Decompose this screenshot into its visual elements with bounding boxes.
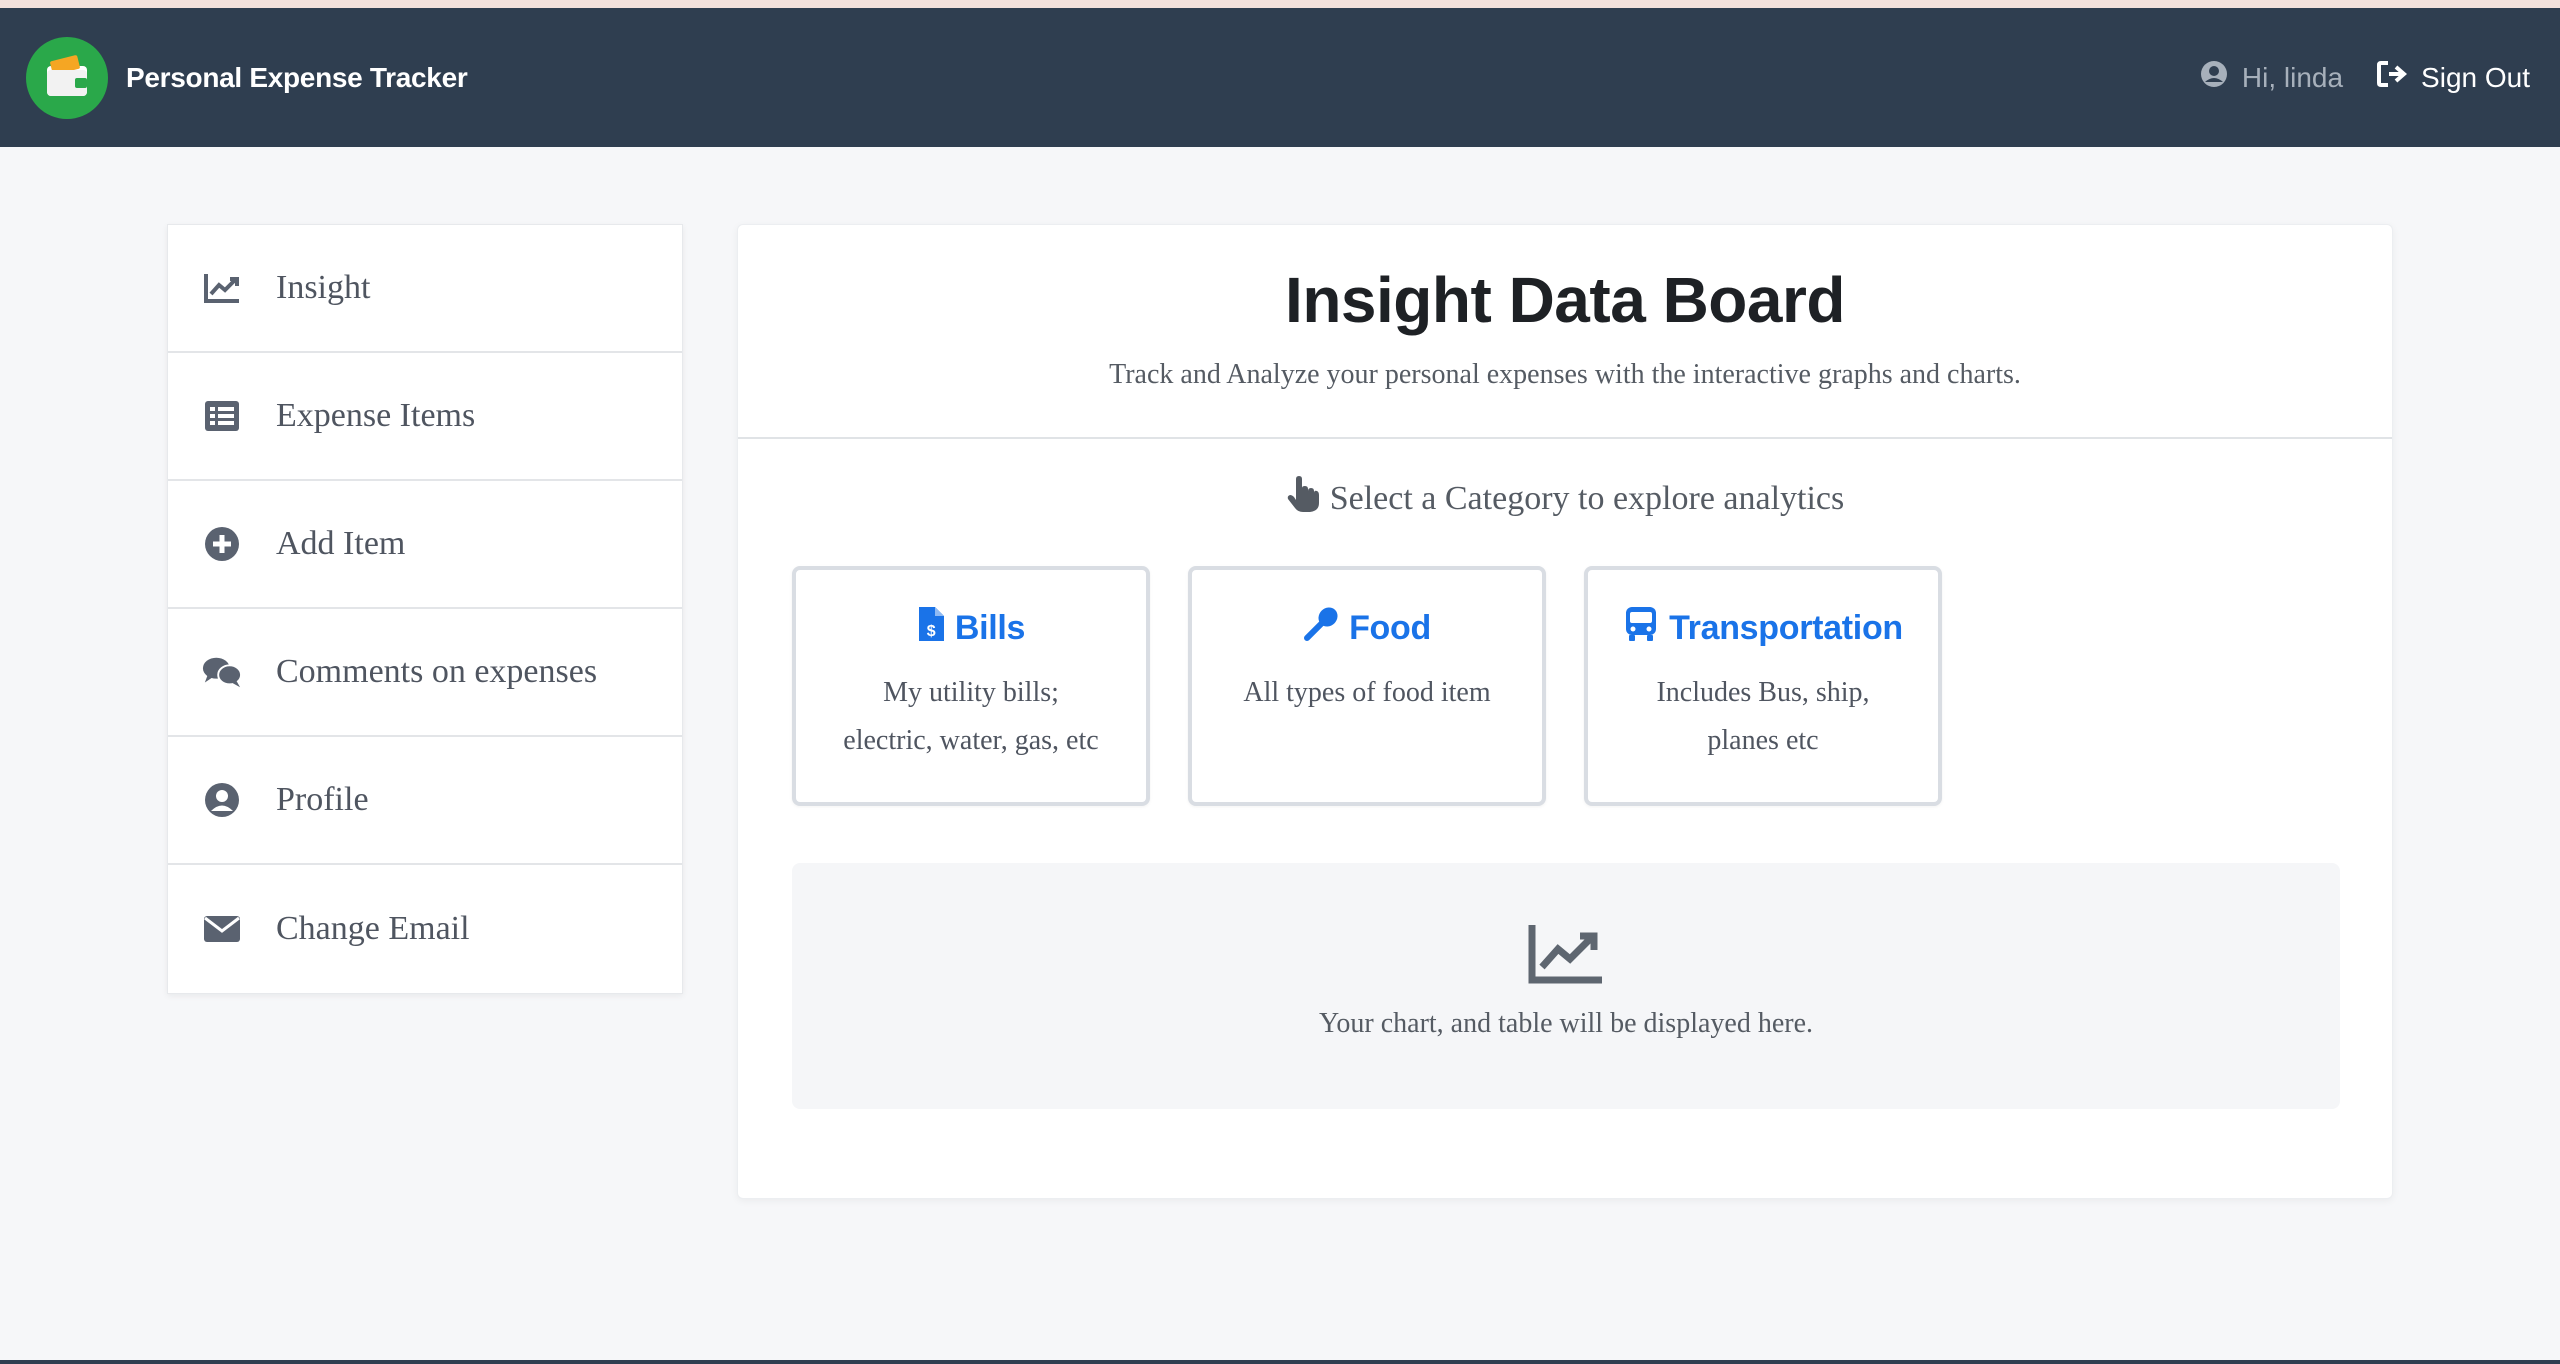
category-desc-line: My utility bills; — [883, 677, 1059, 708]
user-circle-icon — [202, 780, 242, 820]
placeholder-text: Your chart, and table will be displayed … — [1318, 1008, 1814, 1039]
signout-button[interactable]: Sign Out — [2377, 60, 2530, 95]
category-title-text: Food — [1349, 609, 1431, 647]
sidebar-item-add-item[interactable]: Add Item — [168, 481, 682, 609]
category-title-text: Bills — [954, 609, 1026, 647]
app-title: Personal Expense Tracker — [126, 61, 468, 93]
category-desc-line: All types of food item — [1243, 677, 1491, 708]
navbar: Personal Expense Tracker Hi, linda Sign … — [0, 8, 2560, 147]
category-description: My utility bills; electric, water, gas, … — [796, 669, 1146, 765]
category-description: Includes Bus, ship, planes etc — [1588, 669, 1938, 765]
category-title-text: Transportation — [1669, 609, 1903, 647]
sidebar-item-label: Profile — [276, 781, 369, 818]
category-desc-line: electric, water, gas, etc — [843, 725, 1099, 756]
bus-icon — [1623, 606, 1659, 651]
spoon-icon — [1303, 606, 1339, 651]
category-desc-line: planes etc — [1707, 725, 1819, 756]
category-title: Food — [1192, 606, 1542, 651]
category-desc-line: Includes Bus, ship, — [1656, 677, 1870, 708]
file-invoice-dollar-icon: $ — [917, 606, 945, 651]
greeting-text: Hi, linda — [2241, 61, 2344, 93]
sidebar: Insight Expense Items Add Item Comments … — [167, 224, 683, 994]
chart-placeholder: Your chart, and table will be displayed … — [792, 863, 2340, 1109]
plus-circle-icon — [202, 524, 242, 564]
comments-icon — [202, 652, 242, 692]
sidebar-item-profile[interactable]: Profile — [168, 737, 682, 865]
user-greeting: Hi, linda — [2200, 60, 2343, 95]
bottom-strip — [0, 1360, 2560, 1364]
nav-right: Hi, linda Sign Out — [2200, 60, 2530, 95]
sidebar-item-label: Insight — [276, 269, 371, 306]
sidebar-item-label: Expense Items — [276, 397, 476, 434]
hand-pointer-icon — [1286, 475, 1320, 522]
sidebar-item-insight[interactable]: Insight — [168, 225, 682, 353]
category-card-transportation[interactable]: Transportation Includes Bus, ship, plane… — [1584, 566, 1942, 806]
category-card-food[interactable]: Food All types of food item — [1188, 566, 1546, 806]
sidebar-item-expense-items[interactable]: Expense Items — [168, 353, 682, 481]
sidebar-item-label: Change Email — [276, 910, 470, 947]
category-description: All types of food item — [1192, 669, 1542, 717]
chart-line-icon — [1528, 925, 1604, 989]
signout-label: Sign Out — [2421, 61, 2530, 93]
category-card-bills[interactable]: $ Bills My utility bills; electric, wate… — [792, 566, 1150, 806]
category-title: $ Bills — [796, 606, 1146, 651]
svg-text:$: $ — [927, 623, 936, 640]
page-subtitle: Track and Analyze your personal expenses… — [1109, 359, 2021, 390]
list-icon — [202, 396, 242, 436]
chart-line-icon — [202, 268, 242, 308]
brand[interactable]: Personal Expense Tracker — [26, 36, 468, 119]
envelope-icon — [202, 909, 242, 949]
top-strip — [0, 0, 2560, 8]
wallet-logo-icon — [26, 36, 108, 119]
category-title: Transportation — [1588, 606, 1938, 651]
page-title: Insight Data Board — [1285, 264, 1845, 336]
card-header: Insight Data Board Track and Analyze you… — [738, 225, 2392, 439]
sidebar-item-change-email[interactable]: Change Email — [168, 865, 682, 993]
sidebar-item-label: Comments on expenses — [276, 653, 598, 690]
select-category-prompt: Select a Category to explore analytics — [738, 475, 2392, 522]
sidebar-item-label: Add Item — [276, 525, 406, 562]
sidebar-item-comments[interactable]: Comments on expenses — [168, 609, 682, 737]
insight-card: Insight Data Board Track and Analyze you… — [737, 224, 2393, 1199]
prompt-text: Select a Category to explore analytics — [1329, 479, 1845, 517]
user-circle-icon — [2200, 60, 2228, 95]
category-list: $ Bills My utility bills; electric, wate… — [792, 566, 1942, 806]
sign-out-icon — [2377, 60, 2408, 95]
